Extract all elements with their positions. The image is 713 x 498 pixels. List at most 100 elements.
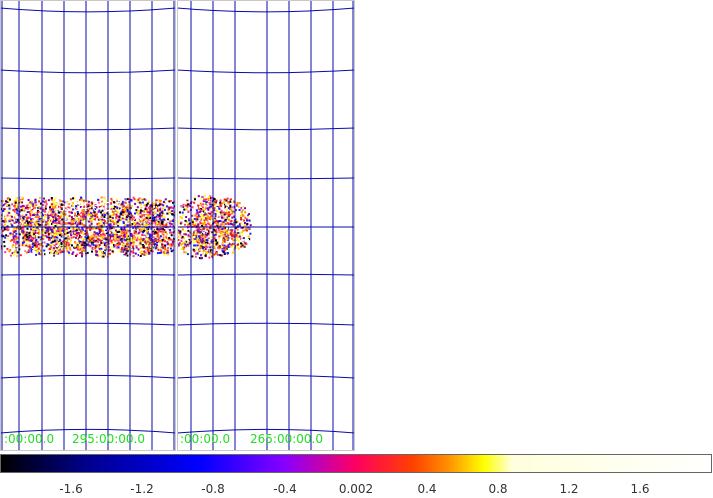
- noise-pixel: [146, 211, 149, 213]
- noise-pixel: [13, 205, 16, 207]
- noise-pixel: [240, 222, 243, 225]
- noise-pixel: [222, 239, 225, 241]
- noise-pixel: [100, 196, 103, 199]
- noise-pixel: [208, 256, 211, 259]
- noise-pixel: [0, 235, 2, 238]
- noise-pixel: [124, 253, 127, 256]
- noise-pixel: [33, 248, 36, 251]
- noise-pixel: [15, 224, 18, 227]
- noise-pixel: [130, 221, 133, 224]
- noise-pixel: [76, 218, 79, 221]
- noise-pixel: [197, 214, 200, 217]
- noise-pixel: [30, 200, 33, 203]
- noise-pixel: [208, 202, 211, 204]
- noise-pixel: [8, 211, 11, 214]
- noise-pixel: [182, 248, 185, 251]
- noise-pixel: [113, 232, 116, 234]
- noise-pixel: [37, 236, 40, 239]
- noise-pixel: [220, 254, 223, 257]
- noise-pixel: [203, 227, 205, 230]
- noise-pixel: [114, 229, 117, 232]
- noise-pixel: [87, 243, 90, 246]
- noise-pixel: [105, 222, 108, 225]
- noise-pixel: [42, 204, 45, 206]
- grid-parallel: [177, 273, 355, 276]
- noise-pixel: [181, 205, 183, 208]
- noise-pixel: [14, 235, 17, 238]
- noise-pixel: [177, 228, 178, 230]
- noise-pixel: [177, 239, 180, 241]
- noise-pixel: [88, 236, 91, 239]
- noise-pixel: [193, 250, 196, 253]
- noise-pixel: [170, 217, 173, 220]
- noise-pixel: [161, 243, 164, 246]
- noise-pixel: [180, 221, 183, 224]
- noise-pixel: [184, 241, 187, 244]
- noise-pixel: [236, 201, 239, 204]
- noise-pixel: [248, 219, 251, 222]
- noise-pixel: [163, 237, 166, 240]
- noise-pixel: [103, 216, 106, 218]
- noise-pixel: [22, 230, 25, 233]
- noise-pixel: [75, 232, 78, 235]
- noise-pixel: [56, 236, 59, 239]
- noise-pixel: [69, 248, 72, 251]
- noise-pixel: [7, 204, 10, 207]
- colorbar-tick: -1.6: [59, 482, 83, 496]
- noise-pixel: [3, 223, 6, 226]
- noise-pixel: [98, 235, 101, 238]
- noise-pixel: [192, 242, 195, 245]
- noise-pixel: [52, 237, 54, 240]
- noise-pixel: [242, 229, 245, 232]
- noise-pixel: [8, 220, 11, 223]
- noise-pixel: [108, 254, 111, 257]
- noise-pixel: [216, 222, 219, 225]
- noise-pixel: [28, 206, 31, 209]
- noise-pixel: [100, 215, 103, 218]
- noise-pixel: [127, 236, 130, 239]
- noise-pixel: [102, 235, 105, 238]
- noise-pixel: [43, 241, 46, 244]
- noise-pixel: [141, 253, 144, 256]
- noise-pixel: [114, 238, 117, 241]
- noise-pixel: [186, 203, 189, 206]
- image-panel-right[interactable]: :00:00.0 265:00:00.0: [177, 0, 355, 451]
- noise-pixel: [220, 232, 223, 235]
- sky-image-right[interactable]: [177, 0, 355, 451]
- noise-pixel: [87, 220, 90, 223]
- noise-pixel: [3, 240, 6, 243]
- noise-pixel: [157, 248, 160, 251]
- noise-pixel: [45, 245, 48, 248]
- noise-pixel: [102, 233, 105, 236]
- noise-pixel: [142, 242, 144, 244]
- colorbar[interactable]: [0, 454, 712, 473]
- noise-pixel: [100, 238, 103, 241]
- image-panel-left[interactable]: G304.6-0.5 :00:00.0 295:00:00.0: [0, 0, 176, 451]
- noise-pixel: [93, 250, 95, 253]
- noise-pixel: [47, 234, 50, 237]
- noise-pixel: [156, 213, 159, 216]
- noise-pixel: [200, 234, 203, 237]
- noise-pixel: [130, 205, 133, 208]
- noise-pixel: [43, 218, 46, 221]
- noise-pixel: [244, 222, 246, 224]
- noise-pixel: [205, 251, 208, 254]
- noise-pixel: [4, 236, 7, 239]
- noise-pixel: [187, 239, 190, 242]
- noise-pixel: [13, 248, 16, 251]
- noise-pixel: [204, 210, 207, 213]
- noise-pixel: [194, 255, 197, 258]
- noise-pixel: [99, 221, 102, 224]
- noise-pixel: [186, 201, 189, 204]
- grid-parallel: [0, 127, 176, 131]
- noise-pixel: [221, 216, 223, 219]
- noise-pixel: [158, 204, 161, 207]
- noise-pixel: [28, 236, 31, 239]
- sky-image-left[interactable]: [0, 0, 176, 451]
- noise-pixel: [141, 220, 144, 223]
- noise-pixel: [5, 200, 8, 203]
- noise-pixel: [120, 221, 123, 223]
- noise-pixel: [202, 220, 205, 223]
- noise-pixel: [35, 239, 38, 242]
- noise-pixel: [54, 216, 57, 219]
